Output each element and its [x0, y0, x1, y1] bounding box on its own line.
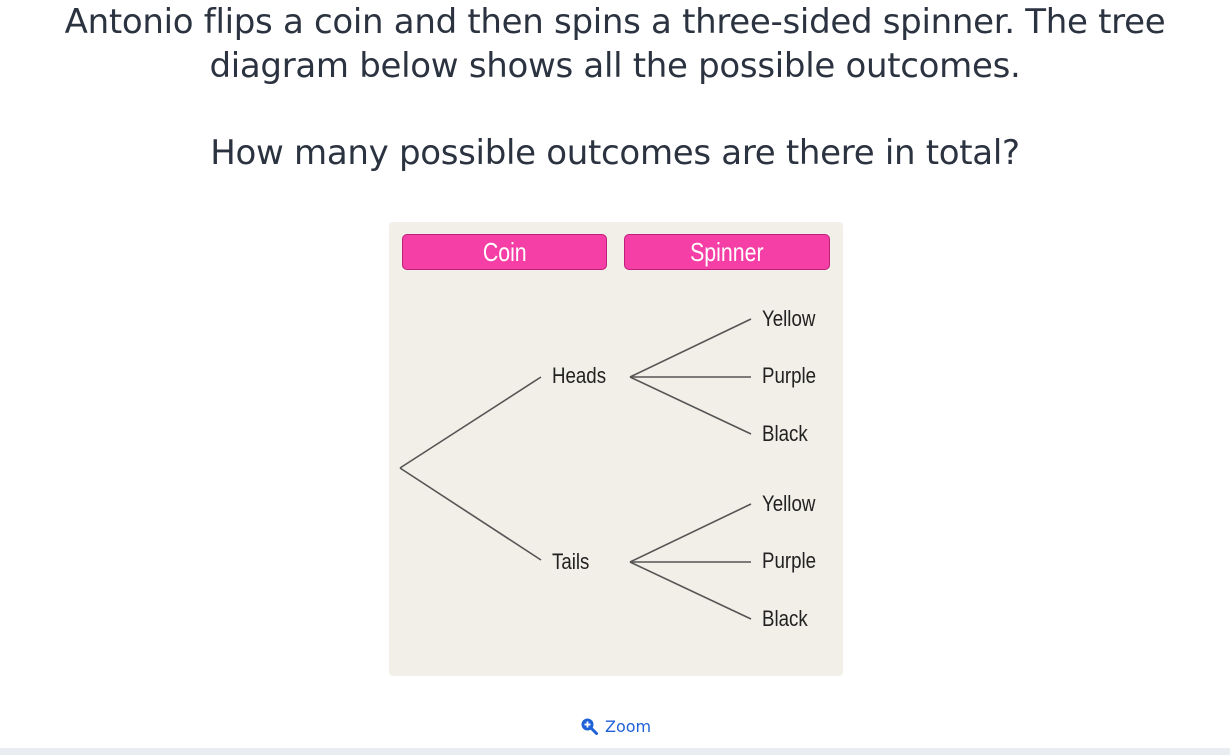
branch-heads: [399, 376, 542, 469]
branch-heads-black: [629, 376, 752, 435]
tree-diagram: Coin Spinner Heads Tails Yellow Purple B…: [389, 222, 843, 676]
branch-tails-black: [629, 561, 752, 620]
node-heads-yellow: Yellow: [762, 306, 816, 331]
question-line-2: diagram below shows all the possible out…: [209, 46, 1021, 86]
node-heads: Heads: [552, 363, 607, 388]
bottom-divider: [0, 748, 1230, 755]
branch-tails: [399, 467, 542, 561]
question-prompt: How many possible outcomes are there in …: [210, 133, 1020, 173]
node-tails-purple: Purple: [762, 548, 817, 573]
node-tails-yellow: Yellow: [762, 491, 816, 516]
zoom-label[interactable]: Zoom: [605, 717, 651, 736]
branch-heads-yellow: [629, 318, 752, 378]
question-line-1: Antonio flips a coin and then spins a th…: [64, 2, 1166, 42]
node-tails: Tails: [552, 549, 590, 574]
zoom-in-icon: [581, 718, 598, 735]
node-tails-black: Black: [762, 606, 808, 631]
node-heads-black: Black: [762, 421, 808, 446]
branch-tails-yellow: [629, 503, 752, 563]
zoom-button[interactable]: Zoom: [580, 714, 651, 738]
node-heads-purple: Purple: [762, 363, 817, 388]
